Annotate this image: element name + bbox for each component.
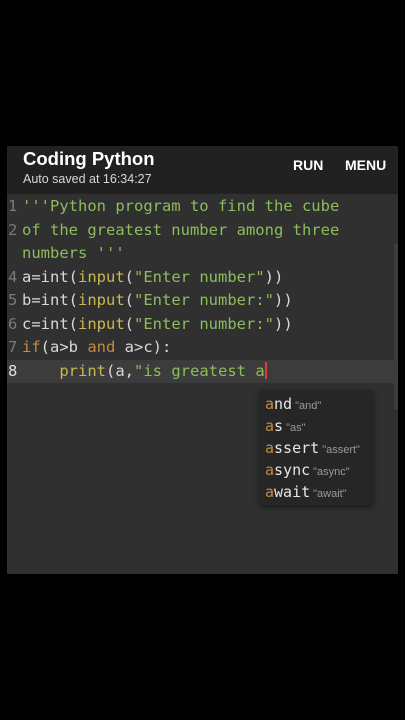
code-token: if	[22, 338, 41, 356]
app-bar: Coding Python Auto saved at 16:34:27 RUN…	[7, 146, 398, 194]
code-token: "Enter number:"	[134, 291, 274, 309]
code-editor[interactable]: 1 '''Python program to find the cube 2 of t…	[7, 194, 398, 574]
code-text: '''Python program to find the cube	[22, 195, 339, 218]
code-text: b=int(input("Enter number:"))	[22, 289, 293, 312]
code-token: "Enter number:"	[134, 314, 274, 333]
code-text: c=int(input("Enter number:"))	[22, 313, 293, 336]
code-token: and	[87, 338, 116, 356]
code-token: '''Python program to find the cube	[22, 197, 340, 215]
code-token: (a,	[106, 361, 134, 380]
suggestion-hint: "assert"	[322, 444, 360, 456]
suggestion-rest: ssert	[274, 439, 320, 457]
suggestion-hint: "async"	[313, 466, 350, 478]
code-token: (	[124, 291, 135, 309]
code-token: a=int(	[22, 267, 78, 286]
code-line[interactable]: 8 print(a,"is greatest a	[7, 359, 398, 383]
code-line[interactable]: 6 c=int(input("Enter number:"))	[7, 313, 398, 336]
code-line[interactable]: 2 of the greatest number among three	[7, 219, 398, 242]
suggestion-hint: "and"	[295, 400, 322, 412]
code-token: ))	[274, 314, 293, 333]
autocomplete-item-as[interactable]: as "as"	[265, 415, 306, 437]
autosave-status: Auto saved at 16:34:27	[23, 172, 152, 186]
code-text: numbers '''	[22, 242, 125, 265]
autocomplete-item-await[interactable]: await "await"	[265, 481, 347, 503]
suggestion-hint: "as"	[286, 422, 306, 434]
code-line[interactable]: 4 a=int(input("Enter number"))	[7, 266, 398, 289]
autocomplete-item-async[interactable]: async "async"	[265, 459, 350, 481]
line-number: 1	[8, 197, 18, 215]
suggestion-match: a	[265, 395, 275, 413]
autocomplete-item-assert[interactable]: assert "assert"	[265, 437, 360, 459]
code-line[interactable]: 5 b=int(input("Enter number:"))	[7, 289, 398, 312]
code-editor-app: Coding Python Auto saved at 16:34:27 RUN…	[7, 146, 398, 574]
code-text: print(a,"is greatest a	[22, 360, 267, 383]
suggestion-match: a	[265, 483, 275, 501]
code-token: a>c):	[115, 338, 172, 356]
code-line[interactable]: 1 '''Python program to find the cube	[7, 195, 398, 218]
suggestion-match: a	[265, 417, 275, 435]
suggestion-hint: "await"	[313, 488, 347, 500]
code-token: of the greatest number among three	[22, 220, 340, 239]
suggestion-rest: wait	[274, 483, 311, 501]
line-number: 7	[8, 338, 18, 356]
code-token: numbers '''	[22, 244, 125, 262]
code-token: print	[59, 361, 106, 380]
code-token: input	[78, 291, 125, 309]
code-token: input	[78, 267, 125, 286]
code-token: "Enter number"	[134, 267, 265, 286]
autocomplete-item-and[interactable]: and "and"	[265, 393, 321, 415]
suggestion-rest: sync	[274, 461, 311, 479]
line-number: 2	[8, 220, 18, 239]
autocomplete-popup: and "and" as "as" assert "assert" async "async"…	[260, 390, 373, 505]
code-line[interactable]: numbers '''	[7, 242, 398, 265]
code-token: "is greatest a	[134, 361, 265, 380]
code-token: input	[78, 314, 125, 333]
run-button[interactable]: RUN	[293, 157, 323, 173]
line-number: 8	[8, 361, 18, 380]
suggestion-rest: s	[274, 417, 284, 435]
code-token: ))	[274, 291, 293, 309]
code-token: c=int(	[22, 314, 78, 333]
line-number: 5	[8, 291, 18, 309]
line-number: 6	[8, 314, 18, 333]
app-title: Coding Python	[23, 148, 155, 169]
suggestion-rest: nd	[274, 395, 293, 413]
code-token: ))	[264, 267, 284, 286]
code-token: b=int(	[22, 291, 78, 309]
code-token: (a>b	[40, 338, 88, 356]
suggestion-match: a	[265, 461, 275, 479]
text-cursor	[264, 361, 267, 379]
suggestion-match: a	[265, 439, 275, 457]
code-token: (	[124, 267, 135, 286]
code-text: if(a>b and a>c):	[22, 336, 171, 359]
menu-button[interactable]: MENU	[345, 157, 386, 173]
code-text: a=int(input("Enter number"))	[22, 266, 283, 289]
line-number: 4	[8, 267, 18, 286]
code-text: of the greatest number among three	[22, 219, 339, 242]
code-line[interactable]: 7 if(a>b and a>c):	[7, 336, 398, 359]
code-token: (	[124, 314, 135, 333]
